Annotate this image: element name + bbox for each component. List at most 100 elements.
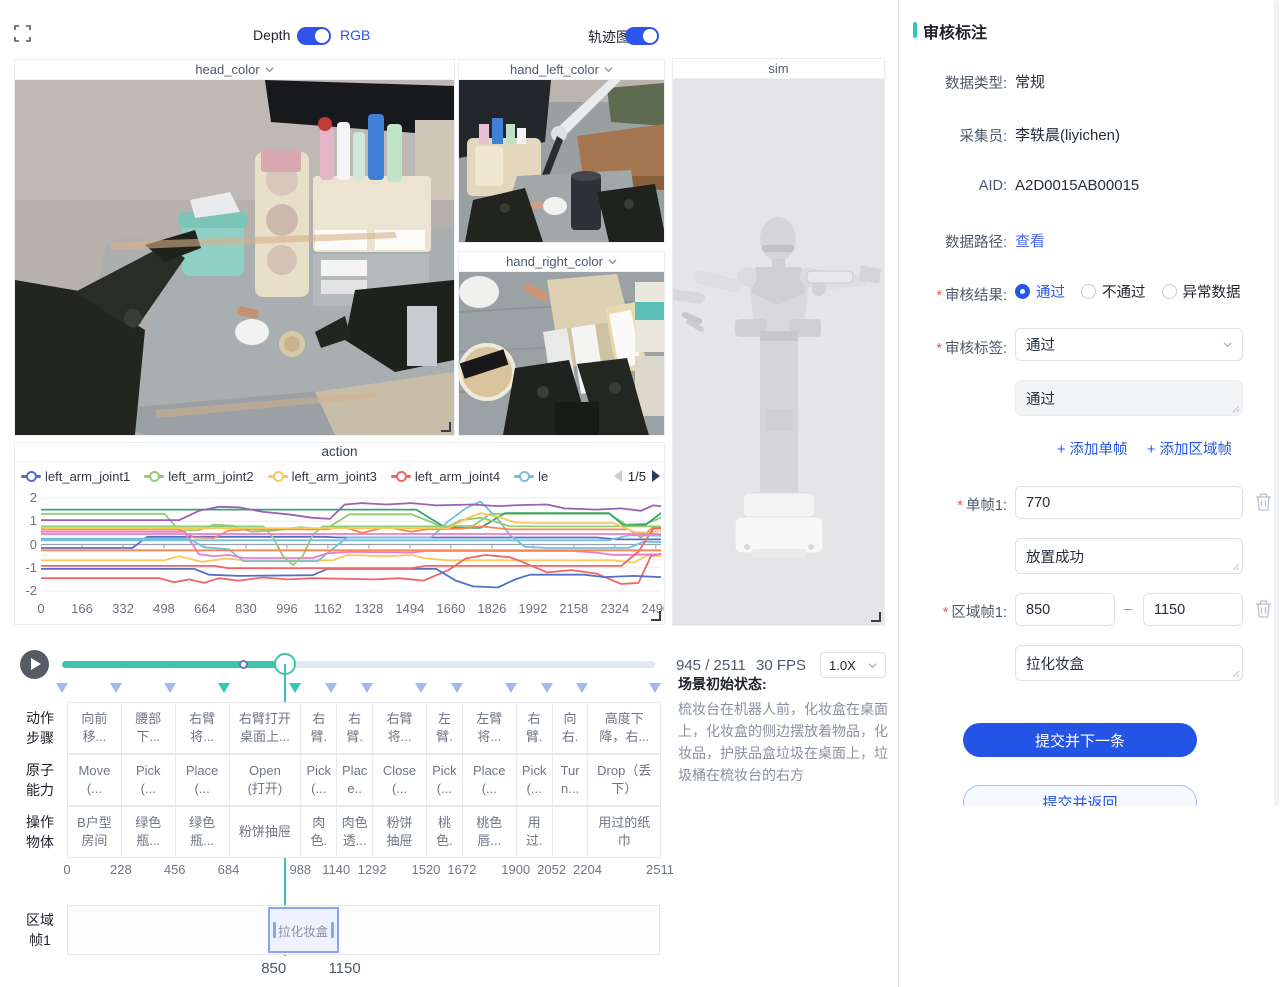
- head-color-video[interactable]: [15, 80, 454, 435]
- step-cell[interactable]: 左 臂.: [426, 702, 463, 754]
- timeline-marker[interactable]: [541, 683, 553, 693]
- head-color-title[interactable]: head_color: [15, 60, 454, 80]
- step-cell[interactable]: 用过的纸 巾: [587, 806, 661, 858]
- depth-rgb-toggle[interactable]: [297, 27, 331, 45]
- timeline-marker[interactable]: [415, 683, 427, 693]
- legend-marker-icon: [268, 471, 288, 481]
- add-single-frame-link[interactable]: + 添加单帧: [1057, 438, 1128, 459]
- radio-option-unselected[interactable]: 异常数据: [1162, 281, 1241, 302]
- step-cell[interactable]: Pick (...: [426, 754, 463, 806]
- resize-handle-icon[interactable]: [871, 612, 881, 622]
- hand-left-title[interactable]: hand_left_color: [459, 60, 664, 80]
- submit-return-button[interactable]: 提交并返回: [963, 785, 1197, 806]
- step-cell[interactable]: 绿色 瓶...: [175, 806, 230, 858]
- delete-single-frame-icon[interactable]: [1255, 493, 1272, 511]
- step-cell[interactable]: Tur n...: [552, 754, 589, 806]
- resize-handle-icon[interactable]: [651, 611, 661, 621]
- step-cell[interactable]: Open (打开): [229, 754, 302, 806]
- step-cell[interactable]: 右 臂.: [336, 702, 373, 754]
- region-track[interactable]: [67, 905, 660, 955]
- region-start-input[interactable]: 850: [1015, 593, 1115, 626]
- timeline-marker[interactable]: [164, 683, 176, 693]
- radio-option-unselected[interactable]: 不通过: [1081, 281, 1146, 302]
- timeline-marker[interactable]: [110, 683, 122, 693]
- step-cell[interactable]: 粉饼抽屉: [229, 806, 302, 858]
- submit-next-button[interactable]: 提交并下一条: [963, 723, 1197, 757]
- step-cell[interactable]: 绿色 瓶...: [121, 806, 176, 858]
- single-frame-note-textarea[interactable]: 放置成功: [1015, 538, 1243, 574]
- step-cell[interactable]: Place (...: [175, 754, 230, 806]
- step-cell[interactable]: 右 臂.: [300, 702, 337, 754]
- step-cell[interactable]: 左臂 将...: [462, 702, 517, 754]
- step-cell[interactable]: 右臂打开 桌面上...: [229, 702, 302, 754]
- hand-right-title[interactable]: hand_right_color: [459, 252, 664, 272]
- step-cell[interactable]: Pick (...: [300, 754, 337, 806]
- step-cell[interactable]: Move (...: [67, 754, 122, 806]
- step-cell[interactable]: 粉饼 抽屉: [372, 806, 427, 858]
- step-cell[interactable]: 向 右.: [552, 702, 589, 754]
- legend-item[interactable]: left_arm_joint1: [21, 469, 130, 484]
- step-cell[interactable]: 肉色 透...: [336, 806, 373, 858]
- sim-title[interactable]: sim: [673, 59, 884, 79]
- play-button[interactable]: [20, 650, 49, 679]
- timeline-marker[interactable]: [56, 683, 68, 693]
- legend-item[interactable]: left_arm_joint3: [268, 469, 377, 484]
- chart-x-axis-labels: 0166332498664830996116213281494166018261…: [15, 601, 664, 619]
- legend-next-icon[interactable]: [652, 470, 660, 482]
- timeline-marker[interactable]: [505, 683, 517, 693]
- tag-select[interactable]: 通过: [1015, 328, 1243, 361]
- step-cell[interactable]: 右 臂.: [516, 702, 553, 754]
- timeline-marker[interactable]: [289, 683, 301, 693]
- step-cell[interactable]: 腰部 下...: [121, 702, 176, 754]
- step-cell[interactable]: 肉 色.: [300, 806, 337, 858]
- fullscreen-icon[interactable]: [14, 25, 31, 42]
- timeline-marker[interactable]: [325, 683, 337, 693]
- scrollbar-track[interactable]: [1274, 0, 1279, 806]
- step-cell[interactable]: B户型 房间: [67, 806, 122, 858]
- resize-handle-icon[interactable]: [441, 422, 451, 432]
- step-cell[interactable]: 用 过.: [516, 806, 553, 858]
- region-note-textarea[interactable]: 拉化妆盒: [1015, 645, 1243, 681]
- hand-right-video[interactable]: [459, 272, 664, 435]
- single-frame-input[interactable]: 770: [1015, 486, 1243, 519]
- step-cell[interactable]: Drop（丢 下）: [587, 754, 661, 806]
- add-region-frame-link[interactable]: + 添加区域帧: [1147, 438, 1232, 459]
- textarea-resize-icon[interactable]: [1232, 405, 1240, 413]
- timeline-marker[interactable]: [576, 683, 588, 693]
- step-cell[interactable]: 桃色 唇...: [462, 806, 517, 858]
- legend-item[interactable]: left_arm_joint2: [144, 469, 253, 484]
- x-axis-tick: 1494: [395, 601, 424, 616]
- legend-item[interactable]: left_arm_joint4: [391, 469, 500, 484]
- step-cell[interactable]: Pick (...: [516, 754, 553, 806]
- delete-region-frame-icon[interactable]: [1255, 600, 1272, 618]
- hand-left-video[interactable]: [459, 80, 664, 242]
- step-cell[interactable]: Plac e..: [336, 754, 373, 806]
- trajectory-toggle[interactable]: [625, 27, 659, 45]
- step-cell[interactable]: Place (...: [462, 754, 517, 806]
- step-cell[interactable]: 桃 色.: [426, 806, 463, 858]
- data-path-view-link[interactable]: 查看: [1015, 230, 1045, 251]
- sim-viewport[interactable]: [673, 79, 884, 625]
- timeline-marker[interactable]: [218, 683, 230, 693]
- region-segment[interactable]: 拉化妆盒: [268, 907, 339, 953]
- action-line-chart[interactable]: [41, 491, 661, 598]
- radio-option-selected[interactable]: 通过: [1015, 281, 1065, 302]
- segment-left-handle[interactable]: [273, 922, 276, 938]
- step-cell[interactable]: 右臂 将...: [372, 702, 427, 754]
- tag-note-textarea[interactable]: 通过: [1015, 380, 1243, 416]
- textarea-resize-icon[interactable]: [1232, 563, 1240, 571]
- timeline-marker[interactable]: [361, 683, 373, 693]
- step-cell[interactable]: Close (...: [372, 754, 427, 806]
- textarea-resize-icon[interactable]: [1232, 670, 1240, 678]
- timeline-marker[interactable]: [451, 683, 463, 693]
- step-cell[interactable]: Pick (...: [121, 754, 176, 806]
- segment-right-handle[interactable]: [331, 922, 334, 938]
- step-cell[interactable]: 高度下 降，右...: [587, 702, 661, 754]
- step-cell[interactable]: [552, 806, 589, 858]
- legend-item[interactable]: le: [514, 469, 548, 484]
- timeline-marker[interactable]: [649, 683, 661, 693]
- step-cell[interactable]: 向前 移...: [67, 702, 122, 754]
- step-cell[interactable]: 右臂 将...: [175, 702, 230, 754]
- region-end-input[interactable]: 1150: [1143, 593, 1243, 626]
- legend-prev-icon[interactable]: [614, 470, 622, 482]
